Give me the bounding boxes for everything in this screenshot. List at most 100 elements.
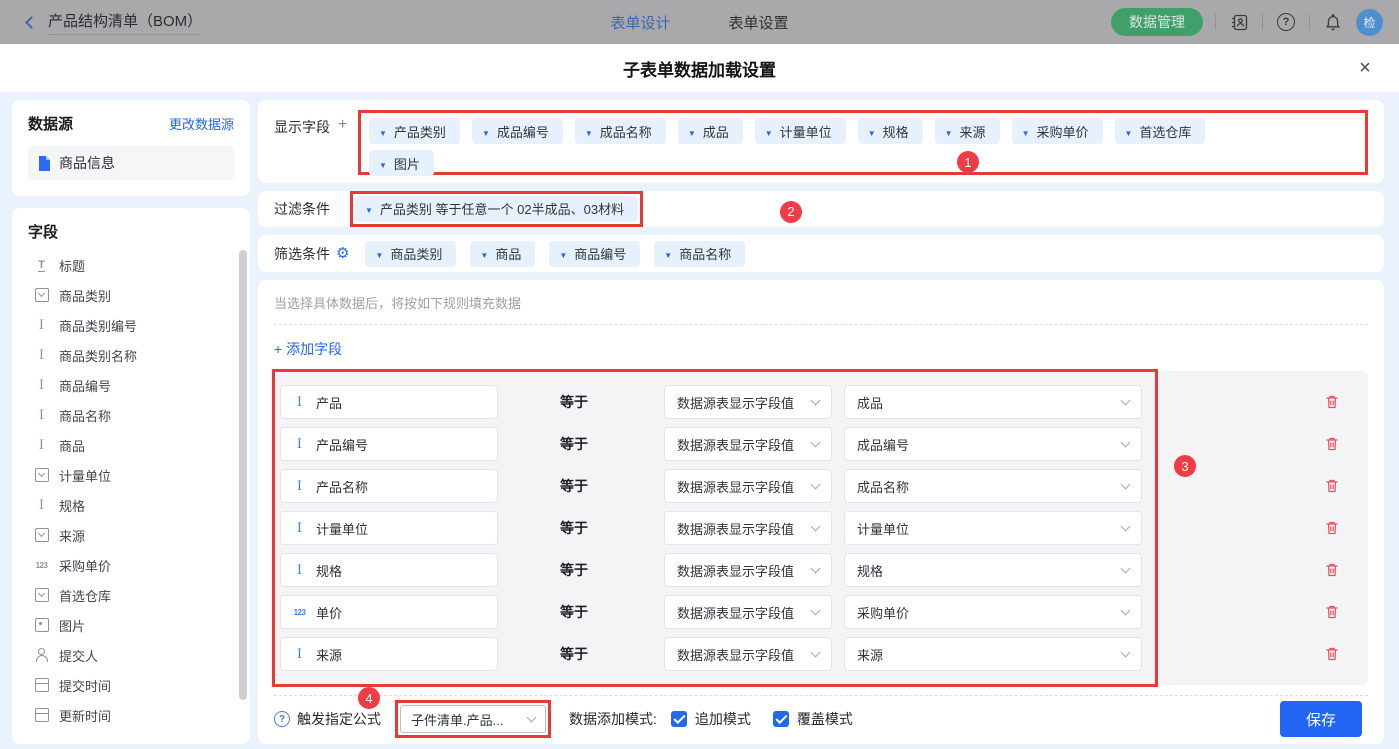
trash-icon [1324, 604, 1340, 620]
display-field-chip[interactable]: 采购单价 [1012, 118, 1103, 144]
display-field-chip[interactable]: 图片 [369, 150, 434, 176]
delete-row-button[interactable] [1324, 562, 1340, 578]
field-label: 图片 [59, 616, 85, 635]
field-type-icon [291, 478, 308, 494]
field-list-item[interactable]: 规格 [28, 490, 250, 520]
rule-operator: 等于 [560, 644, 618, 664]
field-label: 计量单位 [59, 466, 111, 485]
delete-row-button[interactable] [1324, 646, 1340, 662]
field-list-item[interactable]: 来源 [28, 520, 250, 550]
chip-label: 来源 [960, 122, 986, 141]
delete-row-button[interactable] [1324, 394, 1340, 410]
rule-source-dropdown[interactable]: 数据源表显示字段值 [664, 511, 832, 545]
delete-row-button[interactable] [1324, 520, 1340, 536]
rule-value-dropdown[interactable]: 计量单位 [844, 511, 1142, 545]
delete-row-button[interactable] [1324, 604, 1340, 620]
dropdown-value: 数据源表显示字段值 [677, 645, 794, 664]
rule-field-input[interactable]: 计量单位 [280, 511, 498, 545]
field-list-item[interactable]: 提交人 [28, 640, 250, 670]
chip-label: 产品类别 等于任意一个 02半成品、03材料 [380, 199, 624, 218]
field-list-item[interactable]: 采购单价 [28, 550, 250, 580]
rule-operator: 等于 [560, 476, 618, 496]
screen-filter-chip[interactable]: 商品类别 [365, 241, 456, 267]
chip-label: 产品类别 [394, 122, 446, 141]
add-display-field-button[interactable]: + [338, 117, 347, 133]
chevron-down-icon [1121, 395, 1131, 405]
field-list-item[interactable]: 商品类别名称 [28, 340, 250, 370]
trash-icon [1324, 520, 1340, 536]
rule-value-dropdown[interactable]: 成品编号 [844, 427, 1142, 461]
screen-filter-chip[interactable]: 商品 [470, 241, 535, 267]
rule-source-dropdown[interactable]: 数据源表显示字段值 [664, 595, 832, 629]
trigger-formula-dropdown[interactable]: 子件清单.产品... [400, 705, 546, 733]
gear-icon[interactable]: ⚙ [336, 246, 349, 261]
field-list-item[interactable]: 商品名称 [28, 400, 250, 430]
rule-source-dropdown[interactable]: 数据源表显示字段值 [664, 553, 832, 587]
rule-source-dropdown[interactable]: 数据源表显示字段值 [664, 637, 832, 671]
delete-row-button[interactable] [1324, 478, 1340, 494]
rules-note: 当选择具体数据后，将按如下规则填充数据 [274, 293, 1368, 312]
rule-field-input[interactable]: 来源 [280, 637, 498, 671]
field-list-item[interactable]: 更新时间 [28, 700, 250, 730]
rule-value-dropdown[interactable]: 成品名称 [844, 469, 1142, 503]
annotation-badge-3: 3 [1174, 455, 1196, 477]
rule-value-dropdown[interactable]: 规格 [844, 553, 1142, 587]
back-button[interactable] [16, 9, 42, 35]
field-list-item[interactable]: 商品编号 [28, 370, 250, 400]
display-field-chip[interactable]: 成品编号 [472, 118, 563, 144]
field-list-item[interactable]: 商品 [28, 430, 250, 460]
rule-field-input[interactable]: 产品 [280, 385, 498, 419]
screen-filter-chip[interactable]: 商品名称 [654, 241, 745, 267]
tab-form-settings[interactable]: 表单设置 [729, 12, 789, 33]
scrollbar-thumb[interactable] [239, 250, 247, 700]
dropdown-value: 数据源表显示字段值 [677, 393, 794, 412]
help-circle-icon[interactable]: ? [274, 711, 290, 727]
contacts-icon[interactable] [1228, 11, 1250, 33]
rule-source-dropdown[interactable]: 数据源表显示字段值 [664, 469, 832, 503]
rule-field-input[interactable]: 规格 [280, 553, 498, 587]
rule-value-dropdown[interactable]: 成品 [844, 385, 1142, 419]
display-field-chip[interactable]: 成品 [678, 118, 743, 144]
rule-value-dropdown[interactable]: 来源 [844, 637, 1142, 671]
dropdown-value: 计量单位 [857, 519, 909, 538]
rule-field-input[interactable]: 产品编号 [280, 427, 498, 461]
tab-form-design[interactable]: 表单设计 [610, 12, 670, 33]
display-field-chip[interactable]: 首选仓库 [1115, 118, 1206, 144]
add-field-link[interactable]: + 添加字段 [274, 339, 342, 359]
chevron-down-icon [811, 563, 821, 573]
field-list-item[interactable]: 标题 [28, 250, 250, 280]
rule-value-dropdown[interactable]: 采购单价 [844, 595, 1142, 629]
field-list-item[interactable]: 提交时间 [28, 670, 250, 700]
delete-row-button[interactable] [1324, 436, 1340, 452]
display-field-chip[interactable]: 产品类别 [369, 118, 460, 144]
display-field-chip[interactable]: 规格 [858, 118, 923, 144]
notification-bell-icon[interactable] [1322, 11, 1344, 33]
field-list-item[interactable]: 商品类别编号 [28, 310, 250, 340]
display-field-chip[interactable]: 来源 [935, 118, 1000, 144]
close-icon[interactable]: × [1353, 56, 1377, 80]
display-field-chip[interactable]: 成品名称 [575, 118, 666, 144]
change-datasource-link[interactable]: 更改数据源 [169, 114, 234, 133]
field-list-item[interactable]: 计量单位 [28, 460, 250, 490]
rule-field-input[interactable]: 单价 [280, 595, 498, 629]
chevron-down-icon [811, 647, 821, 657]
display-field-chip[interactable]: 计量单位 [755, 118, 846, 144]
avatar[interactable]: 检 [1356, 9, 1383, 36]
rule-field-input[interactable]: 产品名称 [280, 469, 498, 503]
save-button[interactable]: 保存 [1280, 701, 1362, 737]
form-title[interactable]: 产品结构清单（BOM） [48, 10, 202, 35]
rule-source-dropdown[interactable]: 数据源表显示字段值 [664, 385, 832, 419]
chevron-down-icon [559, 246, 567, 261]
rule-source-dropdown[interactable]: 数据源表显示字段值 [664, 427, 832, 461]
field-list-item[interactable]: 图片 [28, 610, 250, 640]
data-manage-button[interactable]: 数据管理 [1111, 8, 1203, 36]
mode-checkbox[interactable] [773, 711, 789, 727]
filter-chip[interactable]: 产品类别 等于任意一个 02半成品、03材料 [355, 196, 638, 222]
datasource-item[interactable]: 商品信息 [28, 146, 234, 180]
screen-filter-chip[interactable]: 商品编号 [549, 241, 640, 267]
mode-checkbox[interactable] [671, 711, 687, 727]
field-list-item[interactable]: 商品类别 [28, 280, 250, 310]
field-label: 商品 [59, 436, 85, 455]
field-list-item[interactable]: 首选仓库 [28, 580, 250, 610]
help-icon[interactable]: ? [1275, 11, 1297, 33]
